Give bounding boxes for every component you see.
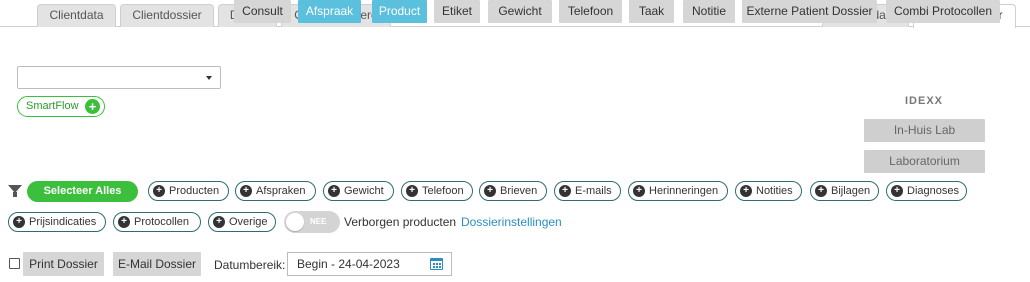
idexx-logo: IDEXX [905,95,944,107]
filter-afspraken[interactable]: + Afspraken [235,181,316,201]
calendar-icon[interactable] [430,258,443,270]
filter-notities[interactable]: + Notities [735,181,802,201]
filter-brieven[interactable]: + Brieven [479,181,547,201]
filter-label: Brieven [500,185,538,197]
consult-button[interactable]: Consult [234,0,291,23]
filter-producten[interactable]: + Producten [148,181,229,201]
laboratorium-button[interactable]: Laboratorium [864,150,985,173]
in-huis-lab-button[interactable]: In-Huis Lab [864,119,985,142]
filter-label: Telefoon [422,185,464,197]
filter-emails[interactable]: + E-mails [554,181,621,201]
chevron-down-icon [206,76,212,80]
taak-button[interactable]: Taak [629,0,674,23]
plus-circle-icon: + [559,185,571,197]
filter-protocollen[interactable]: + Protocollen [113,212,201,232]
combi-protocollen-button[interactable]: Combi Protocollen [886,0,1000,23]
tab-clientdata[interactable]: Clientdata [37,4,116,27]
filter-overige[interactable]: + Overige [208,212,276,232]
print-dossier-button[interactable]: Print Dossier [23,252,104,276]
filter-prijsindicaties[interactable]: + Prijsindicaties [8,212,106,232]
filter-bijlagen[interactable]: + Bijlagen [810,181,879,201]
plus-circle-icon: + [213,216,225,228]
toggle-state-label: NEE [310,217,327,226]
plus-circle-icon: + [740,185,752,197]
filter-label: E-mails [575,185,612,197]
hidden-products-label: Verborgen producten [344,215,457,229]
filter-herinneringen[interactable]: + Herinneringen [628,181,728,201]
filter-diagnoses[interactable]: + Diagnoses [886,181,967,201]
filter-label: Diagnoses [907,185,959,197]
filter-label: Overige [229,216,268,228]
filter-label: Protocollen [134,216,190,228]
telefoon-button[interactable]: Telefoon [559,0,622,23]
afspraak-button[interactable]: Afspraak [298,0,361,23]
externe-patient-dossier-button[interactable]: Externe Patient Dossier [742,0,877,23]
filter-telefoon[interactable]: + Telefoon [401,181,473,201]
notitie-button[interactable]: Notitie [683,0,735,23]
toggle-knob [286,213,304,231]
filter-gewicht[interactable]: + Gewicht [323,181,394,201]
plus-circle-icon: + [85,99,100,114]
select-checkbox[interactable] [9,258,20,269]
smartflow-label: SmartFlow [26,100,79,112]
filter-label: Notities [756,185,793,197]
plus-circle-icon: + [118,216,130,228]
filter-label: Producten [169,185,220,197]
plus-circle-icon: + [240,185,252,197]
filter-label: Bijlagen [831,185,871,197]
select-all-button[interactable]: Selecteer Alles [27,181,138,202]
hidden-products-toggle[interactable]: NEE [284,211,340,233]
smartflow-button[interactable]: SmartFlow + [17,96,105,117]
email-dossier-button[interactable]: E-Mail Dossier [113,252,201,276]
date-range-value: Begin - 24-04-2023 [297,257,400,271]
etiket-button[interactable]: Etiket [434,0,480,23]
filter-label: Prijsindicaties [29,216,97,228]
plus-circle-icon: + [633,185,645,197]
dossier-settings-link[interactable]: Dossierinstellingen [461,215,562,229]
plus-circle-icon: + [153,185,165,197]
plus-circle-icon: + [328,185,340,197]
tab-clientdossier[interactable]: Clientdossier [120,4,214,27]
gewicht-button[interactable]: Gewicht [488,0,552,23]
date-range-label: Datumbereik: [214,258,286,272]
filter-label: Gewicht [344,185,384,197]
plus-circle-icon: + [815,185,827,197]
plus-circle-icon: + [484,185,496,197]
entry-type-select[interactable] [17,66,221,89]
product-button[interactable]: Product [372,0,427,23]
plus-circle-icon: + [406,185,418,197]
plus-circle-icon: + [13,216,25,228]
date-range-input[interactable]: Begin - 24-04-2023 [287,252,452,276]
filter-label: Herinneringen [649,185,719,197]
filter-label: Afspraken [256,185,306,197]
filter-icon-stem [13,192,17,197]
plus-circle-icon: + [891,185,903,197]
